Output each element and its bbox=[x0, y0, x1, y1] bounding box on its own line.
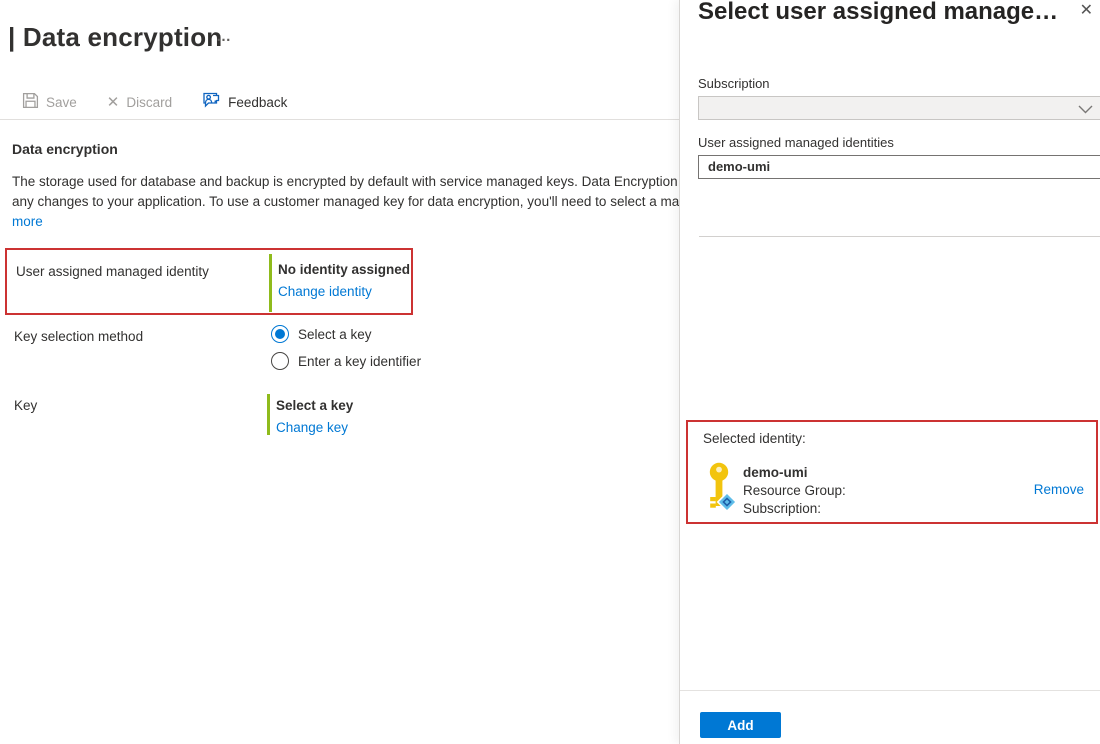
radio-unselected-icon bbox=[271, 352, 289, 370]
key-method-radio-group: Select a key Enter a key identifier bbox=[271, 324, 421, 378]
select-identity-panel: Select user assigned manage… ✕ Subscript… bbox=[679, 0, 1100, 744]
page-title: | Data encryption bbox=[8, 22, 222, 53]
umi-field-label: User assigned managed identity bbox=[16, 264, 209, 279]
save-label: Save bbox=[46, 95, 77, 110]
unsaved-change-indicator bbox=[267, 394, 270, 435]
azure-portal-screen: | Data encryption … Save ✕ Discard bbox=[0, 0, 1100, 744]
key-field-value: Select a key Change key bbox=[276, 398, 353, 436]
close-icon[interactable]: ✕ bbox=[1080, 3, 1093, 19]
selected-identity-label: Selected identity: bbox=[703, 431, 806, 446]
identities-input[interactable]: demo-umi bbox=[698, 155, 1100, 179]
section-description: The storage used for database and backup… bbox=[12, 172, 679, 232]
discard-label: Discard bbox=[126, 95, 172, 110]
command-bar: Save ✕ Discard Feedback bbox=[22, 89, 287, 115]
key-current-value: Select a key bbox=[276, 398, 353, 414]
identities-label: User assigned managed identities bbox=[698, 135, 894, 150]
subscription-dropdown[interactable] bbox=[698, 96, 1100, 120]
radio-enter-key-identifier-label: Enter a key identifier bbox=[298, 354, 421, 369]
identity-resource-group: Resource Group: bbox=[743, 482, 846, 500]
subscription-label: Subscription bbox=[698, 76, 770, 91]
radio-selected-icon bbox=[271, 325, 289, 343]
section-heading: Data encryption bbox=[12, 141, 118, 157]
key-field-label: Key bbox=[14, 398, 37, 413]
change-identity-link[interactable]: Change identity bbox=[278, 284, 372, 300]
more-menu-icon[interactable]: … bbox=[216, 28, 231, 45]
description-line-1: The storage used for database and backup… bbox=[12, 172, 679, 192]
toolbar-divider bbox=[0, 119, 679, 120]
feedback-button[interactable]: Feedback bbox=[202, 92, 287, 112]
save-icon bbox=[22, 92, 39, 112]
panel-footer-divider bbox=[680, 690, 1100, 691]
more-link[interactable]: more bbox=[12, 214, 43, 229]
key-method-label: Key selection method bbox=[14, 329, 143, 344]
umi-highlight-box: User assigned managed identity No identi… bbox=[5, 248, 413, 315]
panel-title: Select user assigned manage… bbox=[698, 0, 1070, 26]
radio-select-a-key-label: Select a key bbox=[298, 327, 372, 342]
feedback-icon bbox=[202, 92, 221, 112]
add-button[interactable]: Add bbox=[700, 712, 781, 738]
radio-enter-key-identifier[interactable]: Enter a key identifier bbox=[271, 351, 421, 371]
description-line-2: any changes to your application. To use … bbox=[12, 192, 679, 212]
identity-subscription: Subscription: bbox=[743, 500, 821, 518]
umi-field-value: No identity assigned Change identity bbox=[278, 262, 410, 300]
panel-divider bbox=[699, 236, 1100, 237]
unsaved-change-indicator bbox=[269, 254, 272, 312]
discard-icon: ✕ bbox=[107, 95, 120, 110]
discard-button[interactable]: ✕ Discard bbox=[107, 95, 172, 110]
managed-identity-key-icon bbox=[706, 462, 736, 517]
radio-select-a-key[interactable]: Select a key bbox=[271, 324, 421, 344]
remove-identity-link[interactable]: Remove bbox=[1034, 482, 1084, 497]
change-key-link[interactable]: Change key bbox=[276, 420, 348, 436]
feedback-label: Feedback bbox=[228, 95, 287, 110]
save-button[interactable]: Save bbox=[22, 92, 77, 112]
chevron-down-icon bbox=[1078, 105, 1093, 114]
selected-identity-highlight-box: Selected identity: demo-umi Resource Gro… bbox=[686, 420, 1098, 524]
umi-current-value: No identity assigned bbox=[278, 262, 410, 278]
identity-name: demo-umi bbox=[743, 464, 808, 482]
